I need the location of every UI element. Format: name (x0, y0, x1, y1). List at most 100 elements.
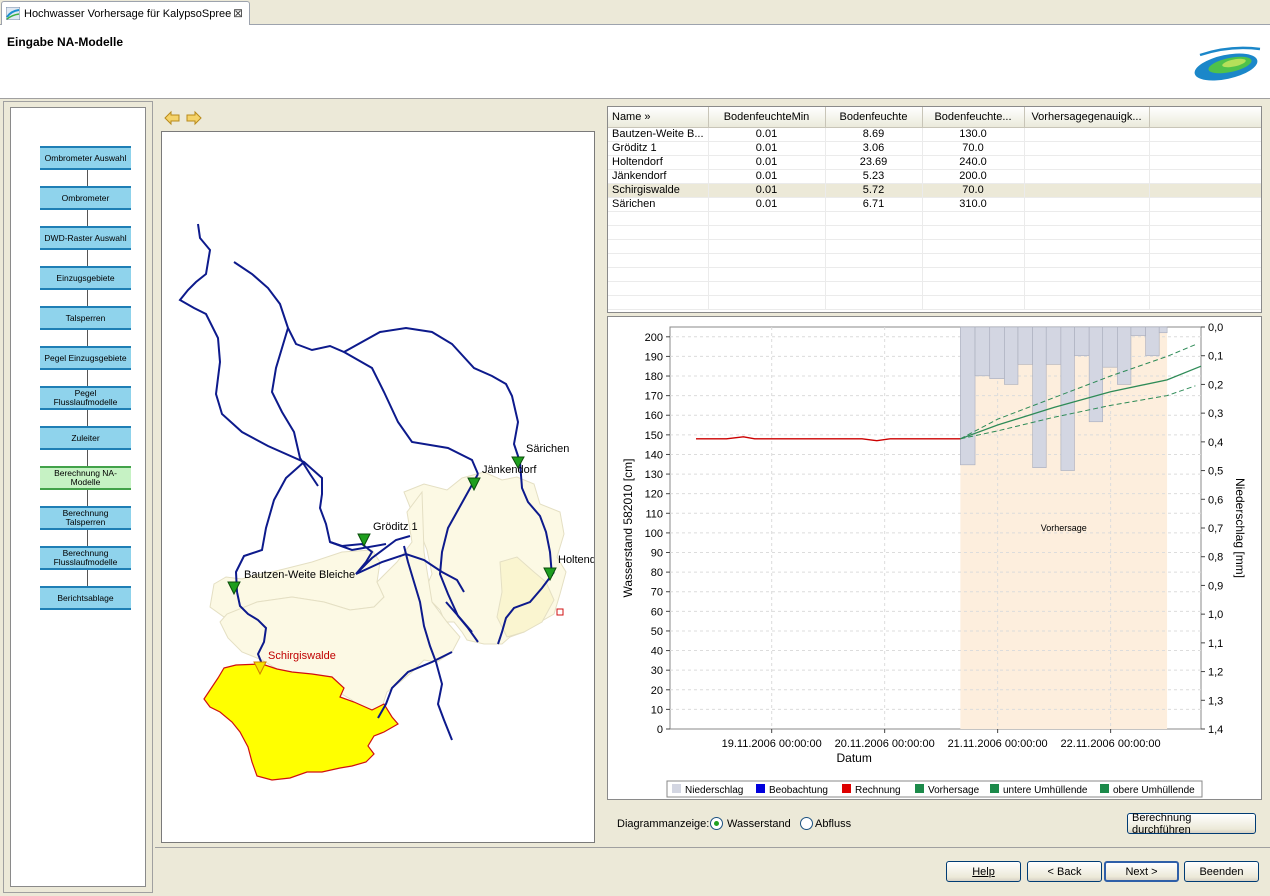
radio-abfluss[interactable] (800, 817, 813, 830)
table-cell[interactable]: 200.0 (922, 169, 1025, 184)
arrow-right-icon[interactable] (186, 110, 202, 126)
step-berechnung-flusslaufmodelle[interactable]: Berechnung Flusslaufmodelle (40, 546, 131, 570)
close-icon[interactable]: ⊠ (233, 6, 243, 20)
run-calculation-button[interactable]: Berechnung durchführen (1127, 812, 1256, 836)
step-berechnung-talsperren[interactable]: Berechnung Talsperren (40, 506, 131, 530)
table-cell[interactable] (1024, 141, 1150, 156)
table-cell[interactable] (1024, 155, 1150, 170)
col-header-bodenfeuchtemin[interactable]: BodenfeuchteMin (708, 107, 826, 128)
table-cell[interactable]: 3.06 (825, 141, 923, 156)
empty-cell (1149, 225, 1261, 240)
table-cell[interactable]: 130.0 (922, 127, 1025, 142)
table-cell[interactable] (1024, 127, 1150, 142)
y-tick-label: 190 (645, 351, 663, 363)
editor-tab[interactable]: Hochwasser Vorhersage für KalypsoSpree ⊠ (1, 1, 250, 25)
empty-table-row (608, 225, 1261, 240)
empty-cell (922, 281, 1025, 296)
y-tick-label: 110 (645, 508, 663, 520)
arrow-left-icon[interactable] (164, 110, 180, 126)
empty-cell (922, 253, 1025, 268)
precipitation-bar (974, 326, 991, 377)
x-tick-label: 19.11.2006 00:00:00 (722, 738, 822, 750)
back-button[interactable]: < Back (1027, 861, 1102, 882)
empty-cell (608, 253, 709, 268)
precipitation-bar (1130, 326, 1146, 336)
step-talsperren[interactable]: Talsperren (40, 306, 131, 330)
table-cell[interactable]: Holtendorf (608, 155, 709, 170)
radio-selected-dot (714, 821, 719, 826)
col-header-name[interactable]: Name » (608, 107, 709, 128)
y2-tick-label: 0,0 (1208, 322, 1223, 334)
table-row[interactable]: Jänkendorf 0.01 5.23 200.0 (608, 169, 1261, 184)
forecast-label: Vorhersage (1041, 523, 1087, 533)
step-ombrometer[interactable]: Ombrometer (40, 186, 131, 210)
precipitation-bar (960, 326, 976, 466)
table-cell[interactable] (1024, 183, 1150, 198)
table-cell[interactable]: 0.01 (708, 197, 826, 212)
table-row[interactable]: Holtendorf 0.01 23.69 240.0 (608, 155, 1261, 170)
table-cell[interactable]: 0.01 (708, 183, 826, 198)
map-view[interactable]: Särichen Jänkendorf Gröditz 1 Holtend Ba… (161, 131, 595, 843)
table-cell[interactable]: Schirgiswalde (608, 183, 709, 198)
y-tick-label: 150 (645, 430, 663, 442)
table-cell[interactable]: 0.01 (708, 141, 826, 156)
y-tick-label: 80 (651, 567, 663, 579)
table-cell[interactable]: 23.69 (825, 155, 923, 170)
next-button[interactable]: Next > (1104, 861, 1179, 882)
radio-wasserstand[interactable] (710, 817, 723, 830)
empty-cell (1149, 281, 1261, 296)
step-ombrometer-auswahl[interactable]: Ombrometer Auswahl (40, 146, 131, 170)
empty-cell (708, 253, 826, 268)
legend-swatch (756, 784, 765, 793)
step-pegel-einzugsgebiete[interactable]: Pegel Einzugsgebiete (40, 346, 131, 370)
y-tick-label: 160 (645, 410, 663, 422)
finish-button[interactable]: Beenden (1184, 861, 1259, 882)
col-header-vorhersagegenauigkeit[interactable]: Vorhersagegenauigk... (1024, 107, 1150, 128)
table-cell[interactable]: 6.71 (825, 197, 923, 212)
hydrograph-chart[interactable]: 0 10 20 30 40 50 60 70 80 90 100 110 120 130 140 150 160… (607, 316, 1262, 800)
step-berichtsablage[interactable]: Berichtsablage (40, 586, 131, 610)
editor-tab-bar: Hochwasser Vorhersage für KalypsoSpree ⊠ (0, 0, 1270, 25)
radio-label-abfluss[interactable]: Abfluss (815, 818, 851, 830)
radio-label-wasserstand[interactable]: Wasserstand (727, 818, 791, 830)
wizard-steps-panel: Ombrometer Auswahl Ombrometer DWD-Raster… (3, 101, 153, 893)
step-zuleiter[interactable]: Zuleiter (40, 426, 131, 450)
precipitation-bar (1102, 326, 1118, 368)
table-cell-filler (1149, 141, 1261, 156)
table-cell[interactable] (1024, 197, 1150, 212)
help-button[interactable]: Help (946, 861, 1021, 882)
step-dwd-raster-auswahl[interactable]: DWD-Raster Auswahl (40, 226, 131, 250)
table-cell[interactable]: 0.01 (708, 127, 826, 142)
table-cell[interactable]: 0.01 (708, 169, 826, 184)
table-cell[interactable]: 5.23 (825, 169, 923, 184)
step-pegel-flusslaufmodelle[interactable]: Pegel Flusslaufmodelle (40, 386, 131, 410)
table-row[interactable]: Schirgiswalde 0.01 5.72 70.0 (608, 183, 1261, 198)
table-row[interactable]: Särichen 0.01 6.71 310.0 (608, 197, 1261, 212)
table-cell-filler (1149, 169, 1261, 184)
empty-cell (922, 211, 1025, 226)
table-row[interactable]: Gröditz 1 0.01 3.06 70.0 (608, 141, 1261, 156)
col-header-bodenfeuchte[interactable]: Bodenfeuchte (825, 107, 923, 128)
empty-cell (825, 267, 923, 282)
y-axis-title: Wasserstand 582010 [cm] (621, 459, 635, 598)
table-cell[interactable]: Bautzen-Weite B... (608, 127, 709, 142)
step-einzugsgebiete[interactable]: Einzugsgebiete (40, 266, 131, 290)
table-cell[interactable]: 70.0 (922, 183, 1025, 198)
table-cell[interactable]: 240.0 (922, 155, 1025, 170)
table-cell[interactable]: 0.01 (708, 155, 826, 170)
table-cell[interactable]: Särichen (608, 197, 709, 212)
col-header-bodenfeuchtemax[interactable]: Bodenfeuchte... (922, 107, 1025, 128)
legend-item-label: obere Umhüllende (1113, 785, 1195, 796)
table-cell[interactable]: Gröditz 1 (608, 141, 709, 156)
precipitation-bar (1060, 326, 1075, 471)
table-row[interactable]: Bautzen-Weite B... 0.01 8.69 130.0 (608, 127, 1261, 142)
table-cell[interactable]: 8.69 (825, 127, 923, 142)
table-cell[interactable]: 5.72 (825, 183, 923, 198)
table-cell[interactable]: Jänkendorf (608, 169, 709, 184)
y2-tick-label: 1,2 (1208, 667, 1223, 679)
empty-cell (922, 267, 1025, 282)
step-berechnung-na-modelle[interactable]: Berechnung NA-Modelle (40, 466, 131, 490)
table-cell[interactable]: 70.0 (922, 141, 1025, 156)
table-cell[interactable]: 310.0 (922, 197, 1025, 212)
table-cell[interactable] (1024, 169, 1150, 184)
